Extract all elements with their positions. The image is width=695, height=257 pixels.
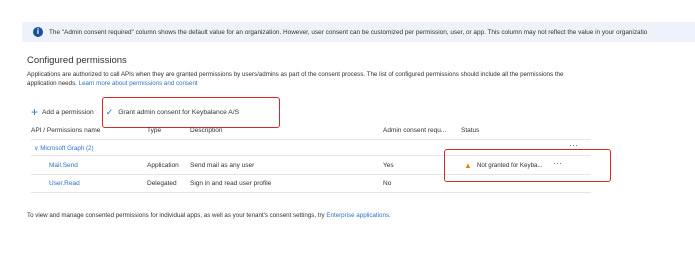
learn-more-link[interactable]: Learn more about permissions and consent	[79, 80, 198, 87]
section-description: Applications are authorized to call APIs…	[27, 70, 587, 88]
info-icon: i	[33, 27, 43, 37]
admin-consent-value: No	[383, 180, 392, 187]
header-divider	[31, 139, 591, 140]
header-api-name[interactable]: API / Permissions name	[31, 127, 100, 134]
admin-consent-value: Yes	[383, 162, 394, 169]
plus-icon: +	[31, 105, 39, 119]
add-permission-button[interactable]: + Add a permission	[31, 105, 94, 119]
info-banner-text: The "Admin consent required" column show…	[49, 28, 648, 36]
info-banner: i The "Admin consent required" column sh…	[22, 22, 695, 42]
footer-description: To view and manage consented permissions…	[27, 212, 325, 219]
highlight-grant-consent	[102, 97, 280, 128]
permission-type: Delegated	[147, 180, 177, 187]
permission-type: Application	[147, 162, 179, 169]
header-description[interactable]: Description	[190, 127, 223, 134]
permission-link[interactable]: User.Read	[49, 180, 80, 187]
section-title: Configured permissions	[27, 55, 127, 66]
group-label: Microsoft Graph (2)	[40, 145, 94, 152]
permission-description: Send mail as any user	[190, 162, 255, 169]
permission-description: Sign in and read user profile	[190, 180, 272, 187]
footer-text: To view and manage consented permissions…	[27, 212, 391, 219]
add-permission-label: Add a permission	[42, 108, 94, 116]
highlight-status	[444, 149, 611, 182]
header-status[interactable]: Status	[461, 127, 479, 134]
chevron-down-icon: ∨	[34, 145, 39, 152]
enterprise-applications-link[interactable]: Enterprise applications.	[326, 212, 390, 219]
group-microsoft-graph[interactable]: ∨ Microsoft Graph (2)	[34, 145, 94, 152]
header-admin-consent[interactable]: Admin consent requ...	[383, 127, 446, 134]
header-type[interactable]: Type	[147, 127, 161, 134]
permission-link[interactable]: Mail.Send	[49, 162, 78, 169]
row-divider	[31, 192, 591, 193]
